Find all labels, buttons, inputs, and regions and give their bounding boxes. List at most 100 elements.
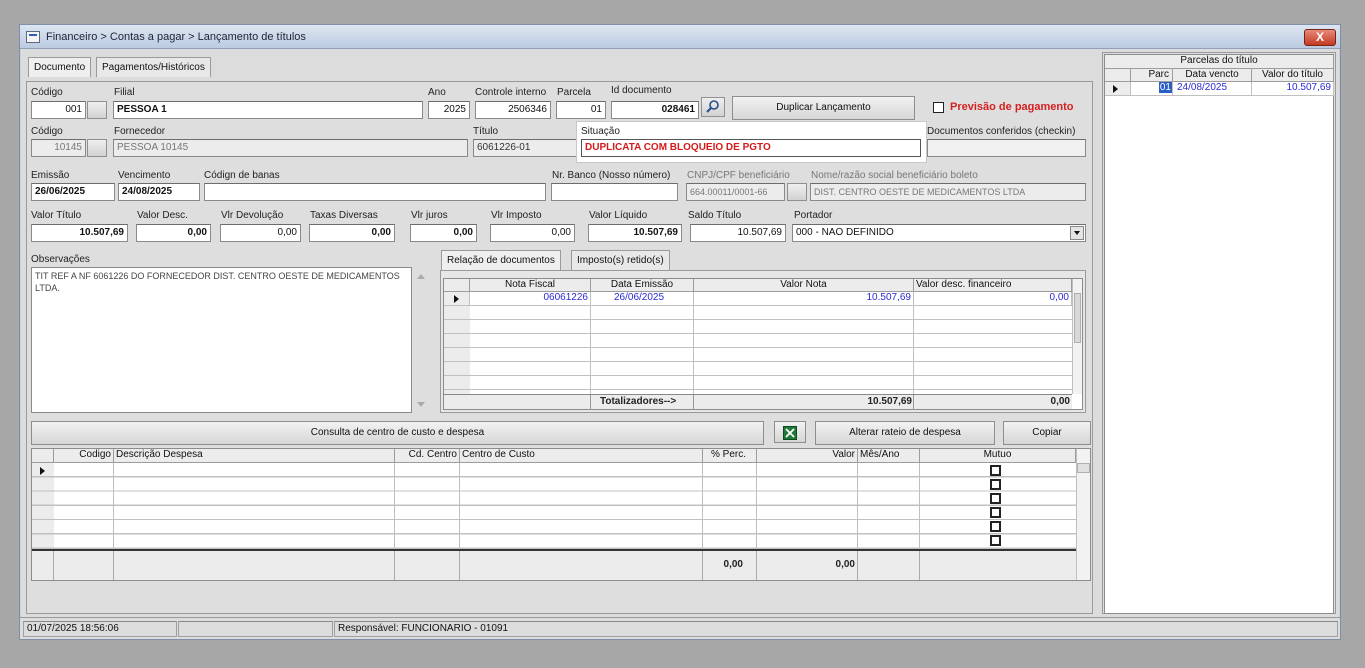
emissao-field[interactable]: 26/06/2025 bbox=[31, 183, 115, 201]
col-valor-desc-financeiro[interactable]: Valor desc. financeiro bbox=[914, 279, 1072, 292]
vlr-imposto-label: Vlr Imposto bbox=[491, 210, 542, 221]
portador-select[interactable]: 000 - NAO DEFINIDO bbox=[792, 224, 1086, 242]
cc-row-indicators bbox=[32, 463, 54, 549]
scroll-up-icon[interactable] bbox=[416, 272, 426, 280]
col-mutuo[interactable]: Mutuo bbox=[920, 449, 1076, 463]
previsao-pagamento-checkbox[interactable] bbox=[933, 102, 944, 113]
scrollbar-thumb[interactable] bbox=[1074, 293, 1081, 343]
cc-scrollbar[interactable] bbox=[1076, 449, 1090, 580]
grid-line bbox=[693, 306, 694, 394]
vlr-imposto-field[interactable]: 0,00 bbox=[490, 224, 575, 242]
grid-line bbox=[113, 551, 114, 580]
checkin-field[interactable] bbox=[927, 139, 1086, 157]
documents-scrollbar[interactable] bbox=[1072, 279, 1082, 394]
totalizadores-label: Totalizadores--> bbox=[600, 396, 677, 407]
scroll-down-icon[interactable] bbox=[416, 401, 426, 409]
empty-row-indicators bbox=[444, 306, 470, 394]
col-codigo[interactable]: Codigo bbox=[54, 449, 114, 463]
close-button[interactable]: X bbox=[1304, 29, 1336, 46]
mutuo-checkbox[interactable] bbox=[990, 465, 1001, 476]
vlr-juros-field[interactable]: 0,00 bbox=[410, 224, 477, 242]
portador-value: 000 - NAO DEFINIDO bbox=[796, 227, 894, 238]
cnpj-beneficiario-field[interactable]: 664.00011/0001-66 bbox=[686, 183, 785, 201]
col-perc[interactable]: % Perc. bbox=[703, 449, 757, 463]
copiar-button[interactable]: Copiar bbox=[1003, 421, 1091, 445]
tab-relacao-documentos[interactable]: Relação de documentos bbox=[441, 250, 561, 270]
tab-impostos-retidos[interactable]: Imposto(s) retido(s) bbox=[571, 250, 670, 270]
codigo-barras-field[interactable] bbox=[204, 183, 546, 201]
col-centro-custo[interactable]: Centro de Custo bbox=[460, 449, 703, 463]
title-bar: Financeiro > Contas a pagar > Lançamento… bbox=[20, 25, 1340, 49]
cell-data-emissao[interactable]: 26/06/2025 bbox=[591, 292, 694, 306]
col-parc[interactable]: Parc bbox=[1131, 69, 1173, 82]
col-valor-titulo[interactable]: Valor do título bbox=[1252, 69, 1334, 82]
valor-desc-field[interactable]: 0,00 bbox=[136, 224, 211, 242]
alterar-rateio-button[interactable]: Alterar rateio de despesa bbox=[815, 421, 995, 445]
grid-line bbox=[394, 551, 395, 580]
col-data-vencto[interactable]: Data vencto bbox=[1173, 69, 1252, 82]
empty-rows bbox=[444, 306, 1072, 394]
saldo-titulo-field[interactable]: 10.507,69 bbox=[690, 224, 786, 242]
parcela-cell-parc[interactable]: 01 bbox=[1131, 82, 1173, 96]
col-mes-ano[interactable]: Mês/Ano bbox=[858, 449, 920, 463]
col-nota-fiscal[interactable]: Nota Fiscal bbox=[470, 279, 591, 292]
parcela-cell-data[interactable]: 24/08/2025 bbox=[1173, 82, 1252, 96]
mutuo-checkbox[interactable] bbox=[990, 507, 1001, 518]
valor-liquido-field[interactable]: 10.507,69 bbox=[588, 224, 682, 242]
col-valor-nota[interactable]: Valor Nota bbox=[694, 279, 914, 292]
mutuo-checkbox[interactable] bbox=[990, 479, 1001, 490]
parcela-cell-valor[interactable]: 10.507,69 bbox=[1252, 82, 1334, 96]
ano-field[interactable]: 2025 bbox=[428, 101, 470, 119]
fornecedor-lookup-button[interactable] bbox=[87, 139, 107, 157]
taxas-diversas-field[interactable]: 0,00 bbox=[309, 224, 395, 242]
col-cd-centro[interactable]: Cd. Centro bbox=[395, 449, 460, 463]
cell-valor-desc[interactable]: 0,00 bbox=[914, 292, 1072, 306]
observacoes-label: Observações bbox=[31, 254, 90, 265]
mutuo-checkbox[interactable] bbox=[990, 535, 1001, 546]
id-documento-field[interactable]: 028461 bbox=[611, 101, 699, 119]
controle-interno-field[interactable]: 2506346 bbox=[475, 101, 551, 119]
codigo-field[interactable]: 001 bbox=[31, 101, 86, 119]
grid-line bbox=[913, 306, 914, 394]
vlr-devolucao-field[interactable]: 0,00 bbox=[220, 224, 301, 242]
chevron-down-icon[interactable] bbox=[1070, 226, 1084, 240]
tab-documento[interactable]: Documento bbox=[28, 57, 92, 77]
fornecedor-codigo-field[interactable]: 10145 bbox=[31, 139, 86, 157]
beneficiario-lookup-button[interactable] bbox=[787, 183, 807, 201]
cell-valor-nota[interactable]: 10.507,69 bbox=[694, 292, 914, 306]
consulta-centro-custo-button[interactable]: Consulta de centro de custo e despesa bbox=[31, 421, 764, 445]
nome-beneficiario-label: Nome/razão social beneficiário boleto bbox=[811, 170, 978, 181]
parcela-row-indicator[interactable] bbox=[1105, 82, 1131, 96]
nr-banco-field[interactable] bbox=[551, 183, 678, 201]
nome-beneficiario-field[interactable]: DIST. CENTRO OESTE DE MEDICAMENTOS LTDA bbox=[810, 183, 1086, 201]
mutuo-checkbox[interactable] bbox=[990, 493, 1001, 504]
filial-field[interactable]: PESSOA 1 bbox=[113, 101, 423, 119]
vencimento-field[interactable]: 24/08/2025 bbox=[118, 183, 200, 201]
search-document-button[interactable] bbox=[701, 97, 725, 117]
col-valor[interactable]: Valor bbox=[757, 449, 858, 463]
scrollbar-thumb[interactable] bbox=[1077, 463, 1090, 473]
valor-titulo-field[interactable]: 10.507,69 bbox=[31, 224, 128, 242]
observacoes-textarea[interactable]: TIT REF A NF 6061226 DO FORNECEDOR DIST.… bbox=[31, 267, 412, 413]
export-excel-button[interactable] bbox=[774, 421, 806, 443]
total-valor: 0,00 bbox=[835, 559, 855, 570]
fornecedor-field[interactable]: PESSOA 10145 bbox=[113, 139, 468, 157]
main-window: Financeiro > Contas a pagar > Lançamento… bbox=[19, 24, 1341, 640]
cc-totals-row: 0,00 0,00 bbox=[32, 549, 1076, 580]
col-data-emissao[interactable]: Data Emissão bbox=[591, 279, 694, 292]
current-row-arrow-icon bbox=[454, 295, 459, 303]
total-valor-nota: 10.507,69 bbox=[867, 396, 913, 407]
col-descricao-despesa[interactable]: Descrição Despesa bbox=[114, 449, 395, 463]
tab-pagamentos-historicos[interactable]: Pagamentos/Históricos bbox=[96, 57, 211, 77]
cnpj-beneficiario-label: CNPJ/CPF beneficiário bbox=[687, 170, 790, 181]
mutuo-checkbox[interactable] bbox=[990, 521, 1001, 532]
parcela-field[interactable]: 01 bbox=[556, 101, 606, 119]
checkin-label: Documentos conferidos (checkin) bbox=[927, 126, 1076, 137]
titulo-field[interactable]: 6061226-01 bbox=[473, 139, 578, 157]
app-icon bbox=[26, 31, 40, 43]
grid-corner bbox=[32, 449, 54, 463]
row-indicator[interactable] bbox=[444, 292, 470, 306]
duplicar-lancamento-button[interactable]: Duplicar Lançamento bbox=[732, 96, 915, 120]
filial-lookup-button[interactable] bbox=[87, 101, 107, 119]
cell-nota-fiscal[interactable]: 06061226 bbox=[470, 292, 591, 306]
